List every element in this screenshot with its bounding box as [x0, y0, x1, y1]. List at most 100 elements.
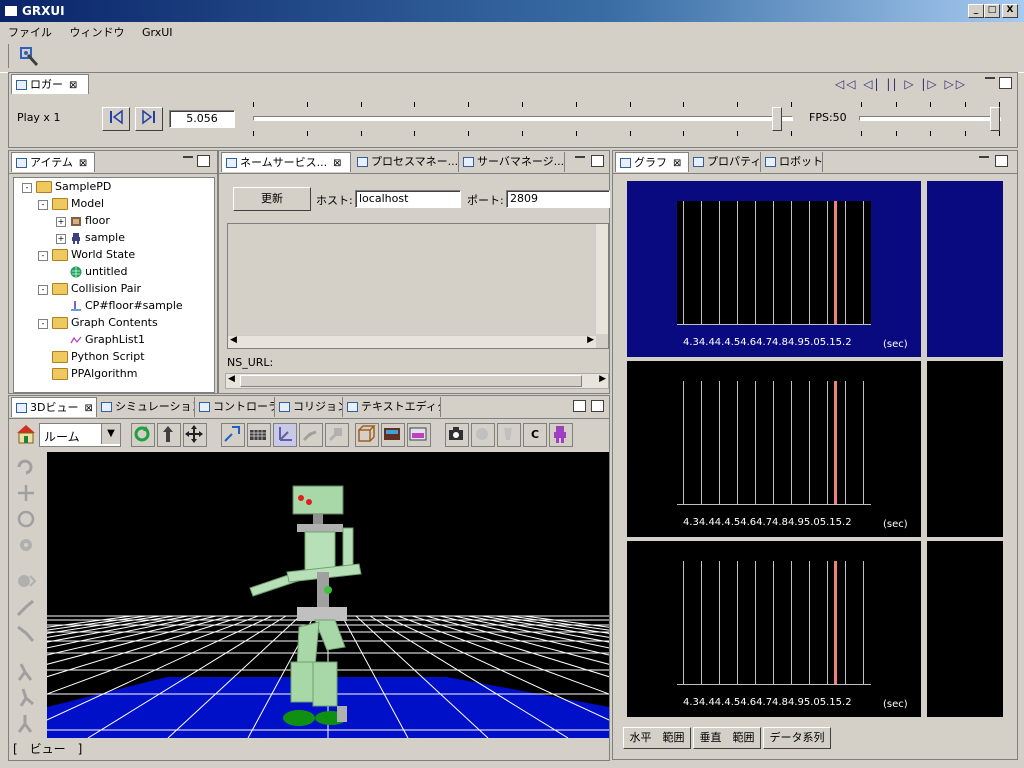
tree-item[interactable]: World State — [52, 247, 135, 263]
maximize-view-icon[interactable] — [197, 155, 210, 167]
step-icon[interactable] — [13, 686, 39, 708]
menu-file[interactable]: ファイル — [0, 22, 58, 40]
tree-item[interactable]: Graph Contents — [52, 315, 158, 331]
graph-side-plot[interactable] — [927, 181, 1003, 357]
minimize-view-icon[interactable] — [985, 77, 995, 79]
viewpoint-select[interactable]: ルーム ▼ — [39, 423, 121, 447]
color-icon[interactable] — [407, 423, 431, 447]
chevron-down-icon[interactable]: ▼ — [101, 424, 120, 444]
link-icon[interactable] — [325, 423, 349, 447]
forward-fast-icon[interactable]: ▷▷ — [945, 77, 967, 91]
balance-icon[interactable] — [13, 712, 39, 734]
pan-vertical-icon[interactable] — [157, 423, 181, 447]
tree-item[interactable]: sample — [70, 230, 125, 246]
rotate-joint-icon[interactable] — [13, 508, 39, 530]
house-icon[interactable] — [15, 423, 37, 445]
collapse-icon[interactable]: - — [38, 251, 48, 261]
time-slider-thumb[interactable] — [772, 107, 783, 131]
port-input[interactable]: 2809 — [506, 190, 610, 208]
collapse-icon[interactable]: - — [38, 285, 48, 295]
scroll-left-icon[interactable]: ◀ — [230, 335, 237, 345]
maximize-view-icon[interactable] — [591, 155, 604, 167]
play-icon[interactable]: ▷ — [904, 77, 915, 91]
object-move-icon[interactable] — [221, 423, 245, 447]
menu-grxui[interactable]: GrxUI — [134, 24, 179, 39]
maximize-button[interactable]: □ — [984, 4, 1000, 18]
go-start-button[interactable] — [102, 107, 130, 131]
record-icon[interactable] — [471, 423, 495, 447]
tab-controller[interactable]: コントローラ — [195, 397, 275, 417]
item-tree[interactable]: SamplePD - Model - floor + sample + World State -… — [13, 177, 215, 393]
tree-item[interactable]: CP#floor#sample — [70, 298, 183, 314]
fk-icon[interactable] — [13, 622, 39, 644]
expand-icon[interactable]: + — [56, 217, 66, 227]
horizontal-scrollbar[interactable]: ◀ ▶ — [228, 335, 596, 348]
tab-collision[interactable]: コリジョン — [275, 397, 343, 417]
tab-nameservice[interactable]: ネームサービス... ⊠ — [221, 152, 351, 172]
3d-canvas[interactable] — [47, 452, 609, 738]
graph-plot[interactable]: 4.34.44.4.54.64.74.84.95.05.15.2 (sec) — [627, 541, 921, 717]
minimize-view-icon[interactable] — [979, 156, 989, 158]
time-input[interactable]: 5.056 — [169, 110, 235, 128]
maximize-view-icon[interactable] — [999, 77, 1012, 89]
close-button[interactable]: X — [1002, 4, 1018, 18]
tree-item[interactable]: floor — [70, 213, 110, 229]
collapse-icon[interactable]: - — [22, 183, 32, 193]
tree-item[interactable]: SamplePD — [36, 179, 111, 195]
bounding-box-icon[interactable] — [355, 423, 379, 447]
close-icon[interactable]: ⊠ — [333, 158, 341, 169]
menu-window[interactable]: ウィンドウ — [62, 22, 131, 40]
vertical-scrollbar[interactable] — [595, 224, 608, 334]
tab-process-manager[interactable]: プロセスマネー... — [353, 152, 459, 172]
time-slider[interactable] — [247, 99, 797, 139]
tab-graph[interactable]: グラフ ⊠ — [615, 152, 689, 172]
floor-grid-icon[interactable] — [247, 423, 271, 447]
host-input[interactable]: localhost — [355, 190, 461, 208]
undo-icon[interactable] — [13, 456, 39, 478]
minimize-button[interactable]: _ — [968, 4, 984, 18]
scroll-thumb[interactable] — [240, 375, 582, 387]
tree-item[interactable]: Collision Pair — [52, 281, 141, 297]
tree-item[interactable]: GraphList1 — [70, 332, 145, 348]
vertical-range-button[interactable]: 垂直 範囲 — [693, 727, 761, 749]
tree-item[interactable]: PPAlgorithm — [52, 366, 137, 382]
walk-icon[interactable] — [13, 660, 39, 682]
tree-item[interactable]: Python Script — [52, 349, 145, 365]
joint-icon[interactable] — [497, 423, 521, 447]
close-icon[interactable]: ⊠ — [79, 158, 87, 169]
close-icon[interactable]: ⊠ — [69, 80, 77, 91]
horizontal-range-button[interactable]: 水平 範囲 — [623, 727, 691, 749]
minimize-view-icon[interactable] — [183, 156, 193, 158]
tab-server-manager[interactable]: サーバマネージ... — [459, 152, 565, 172]
tab-items[interactable]: アイテム ⊠ — [11, 152, 95, 172]
robot-icon[interactable] — [549, 423, 573, 447]
camera-icon[interactable] — [445, 423, 469, 447]
go-end-button[interactable] — [135, 107, 163, 131]
rewind-fast-icon[interactable]: ◁◁ — [835, 77, 857, 91]
scroll-left-icon[interactable]: ◀ — [228, 374, 235, 384]
axis-icon[interactable] — [273, 423, 297, 447]
step-back-icon[interactable]: ◁| — [863, 77, 880, 91]
rotate-icon[interactable] — [131, 423, 155, 447]
graph-side-plot[interactable] — [927, 361, 1003, 537]
maximize-view-icon[interactable] — [995, 155, 1008, 167]
ns-url-scrollbar[interactable]: ◀ ▶ — [225, 373, 609, 389]
graph-plot[interactable]: 4.34.44.4.54.64.74.84.95.05.15.2 (sec) — [627, 181, 921, 357]
expand-icon[interactable]: + — [56, 234, 66, 244]
scroll-right-icon[interactable]: ▶ — [599, 374, 606, 384]
close-icon[interactable]: ⊠ — [673, 158, 681, 169]
graph-side-plot[interactable] — [927, 541, 1003, 717]
tab-3dview[interactable]: 3Dビュー ⊠ — [11, 397, 97, 417]
ik-icon[interactable] — [13, 596, 39, 618]
restore-view-icon[interactable] — [573, 400, 586, 412]
tab-text-editor[interactable]: テキストエディタ — [343, 397, 441, 417]
translate-icon[interactable] — [13, 482, 39, 504]
scroll-right-icon[interactable]: ▶ — [587, 335, 594, 345]
refresh-button[interactable]: 更新 — [233, 187, 311, 211]
tab-robot[interactable]: ロボット — [761, 152, 823, 172]
graph-plot[interactable]: 4.34.44.4.54.64.74.84.95.05.15.2 (sec) — [627, 361, 921, 537]
gear-icon[interactable] — [13, 534, 39, 556]
tab-logger[interactable]: ロガー ⊠ — [11, 74, 89, 94]
pause-icon[interactable]: || — [886, 77, 898, 91]
fps-slider[interactable] — [855, 99, 1005, 139]
